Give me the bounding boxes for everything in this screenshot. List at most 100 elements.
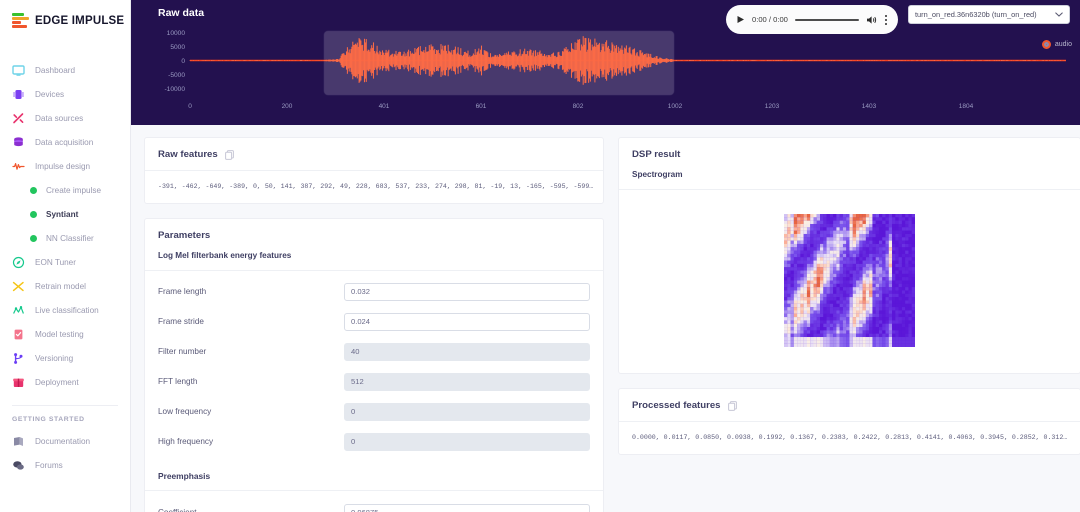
model-testing-icon — [12, 328, 25, 341]
field-filter-number: Filter number 40 — [145, 337, 603, 367]
forums-icon — [12, 459, 25, 472]
frame-length-input[interactable]: 0.032 — [344, 282, 590, 301]
sidebar-item-dashboard[interactable]: Dashboard — [0, 58, 130, 82]
volume-icon[interactable] — [866, 15, 877, 25]
copy-icon[interactable] — [224, 149, 234, 160]
sidebar-item-forums[interactable]: Forums — [0, 453, 130, 477]
legend-swatch-icon — [1041, 40, 1051, 49]
field-label: Frame stride — [158, 317, 204, 327]
kebab-menu-icon[interactable] — [884, 14, 888, 26]
sidebar-item-label: Forums — [35, 460, 63, 470]
dsp-result-card: DSP result Spectrogram — [618, 137, 1080, 374]
filter-number-input: 40 — [344, 342, 590, 361]
sidebar-item-label: Impulse design — [35, 161, 91, 171]
preemphasis-section-title: Preemphasis — [158, 470, 211, 481]
spectrogram-image[interactable] — [784, 214, 916, 347]
sidebar-item-label: Deployment — [35, 377, 79, 387]
deployment-icon — [12, 376, 25, 389]
sidebar-item-nn-classifier[interactable]: NN Classifier — [0, 226, 130, 250]
play-icon[interactable] — [736, 15, 745, 24]
field-label: High frequency — [158, 437, 214, 447]
versioning-icon — [12, 352, 25, 365]
sidebar-item-label: Live classification — [35, 305, 99, 315]
dsp-result-header: DSP result — [619, 138, 1080, 170]
brand-logo[interactable]: EDGE IMPULSE — [0, 0, 130, 28]
svg-text:401: 401 — [379, 103, 390, 110]
data-sources-icon — [12, 112, 25, 125]
waveform-svg: 10000 5000 0 -5000 -10000 0 200 401 601 … — [164, 30, 1066, 110]
svg-text:802: 802 — [573, 103, 584, 110]
low-frequency-input: 0 — [344, 402, 590, 421]
sidebar-item-syntiant[interactable]: Syntiant — [0, 202, 130, 226]
sidebar-item-label: Model testing — [35, 329, 84, 339]
impulse-design-icon — [12, 160, 25, 173]
svg-text:1403: 1403 — [862, 103, 877, 110]
sidebar-item-documentation[interactable]: Documentation — [0, 429, 130, 453]
right-column: DSP result Spectrogram Processed feature… — [618, 137, 1080, 512]
copy-icon[interactable] — [727, 400, 737, 411]
sidebar-item-label: Dashboard — [35, 65, 76, 75]
field-label: Filter number — [158, 347, 207, 357]
raw-data-title: Raw data — [158, 7, 205, 19]
data-acquisition-icon — [12, 136, 25, 149]
field-label: Coefficient — [158, 508, 344, 512]
fft-length-input: 512 — [344, 372, 590, 391]
sidebar-item-label: EON Tuner — [35, 257, 76, 267]
svg-text:-5000: -5000 — [168, 72, 185, 79]
sidebar-item-data-acquisition[interactable]: Data acquisition — [0, 130, 130, 154]
svg-text:1804: 1804 — [959, 103, 974, 110]
sidebar-item-retrain-model[interactable]: Retrain model — [0, 274, 130, 298]
sidebar-item-label: Create impulse — [46, 185, 102, 195]
main-content: Raw data 0:00 / 0:00 turn_on_red.36n6320… — [131, 0, 1080, 512]
documentation-icon — [12, 435, 25, 448]
edge-impulse-logo-icon — [12, 13, 29, 28]
raw-features-title: Raw features — [158, 149, 218, 160]
sidebar-item-eon-tuner[interactable]: EON Tuner — [0, 250, 130, 274]
legend-label: audio — [1054, 41, 1072, 48]
sidebar-item-devices[interactable]: Devices — [0, 82, 130, 106]
svg-text:0: 0 — [181, 58, 185, 65]
field-label: Low frequency — [158, 407, 212, 417]
sidebar-item-data-sources[interactable]: Data sources — [0, 106, 130, 130]
svg-text:10000: 10000 — [167, 30, 186, 37]
chevron-down-icon — [1055, 12, 1063, 17]
processed-features-card: Processed features 0.0000, 0.0117, 0.085… — [618, 388, 1080, 455]
parameters-header: Parameters — [145, 219, 603, 251]
raw-features-header: Raw features — [145, 138, 603, 170]
sidebar-item-label: Data sources — [35, 113, 84, 123]
dashboard-icon — [12, 64, 25, 77]
sidebar-group-title: GETTING STARTED — [12, 416, 85, 423]
sidebar-item-label: Data acquisition — [35, 137, 94, 147]
dsp-result-title: DSP result — [632, 149, 681, 160]
sidebar-item-live-classification[interactable]: Live classification — [0, 298, 130, 322]
bullet-dot-icon — [30, 210, 37, 218]
svg-text:0: 0 — [188, 103, 192, 110]
svg-text:5000: 5000 — [170, 44, 185, 51]
player-progress-bar[interactable] — [794, 18, 859, 21]
sidebar-item-impulse-design[interactable]: Impulse design — [0, 154, 130, 178]
sidebar-item-versioning[interactable]: Versioning — [0, 346, 130, 370]
retrain-model-icon — [12, 280, 25, 293]
frame-stride-input[interactable]: 0.024 — [344, 312, 590, 331]
field-frame-stride: Frame stride 0.024 — [145, 307, 603, 337]
sidebar-item-deployment[interactable]: Deployment — [0, 370, 130, 394]
sample-select-dropdown[interactable]: turn_on_red.36n6320b (turn_on_red) — [908, 5, 1070, 24]
sidebar-item-label: Retrain model — [35, 281, 86, 291]
eon-tuner-icon — [12, 256, 25, 269]
sidebar-item-model-testing[interactable]: Model testing — [0, 322, 130, 346]
coefficient-input[interactable]: 0.96875 — [344, 503, 590, 512]
raw-data-chart[interactable]: 10000 5000 0 -5000 -10000 0 200 401 601 … — [131, 28, 1080, 118]
sidebar-item-create-impulse[interactable]: Create impulse — [0, 178, 130, 202]
field-label: FFT length — [158, 377, 198, 387]
parameters-card: Parameters Log Mel filterbank energy fea… — [144, 217, 604, 512]
app-root: EDGE IMPULSE Dashboard Devices Data sour — [0, 0, 1080, 512]
sidebar-nav: Dashboard Devices Data sources Data acqu… — [0, 58, 130, 477]
spectrogram-svg — [784, 214, 916, 347]
processed-features-header: Processed features — [619, 389, 1080, 421]
parameters-fields: Frame length 0.032 Frame stride 0.024 Fi… — [145, 271, 603, 457]
field-low-frequency: Low frequency 0 — [145, 397, 603, 427]
bullet-dot-icon — [30, 186, 37, 194]
content-columns: Raw features -391, -462, -649, -389, 0, … — [131, 125, 1080, 512]
left-column: Raw features -391, -462, -649, -389, 0, … — [144, 137, 604, 512]
svg-text:601: 601 — [476, 103, 487, 110]
